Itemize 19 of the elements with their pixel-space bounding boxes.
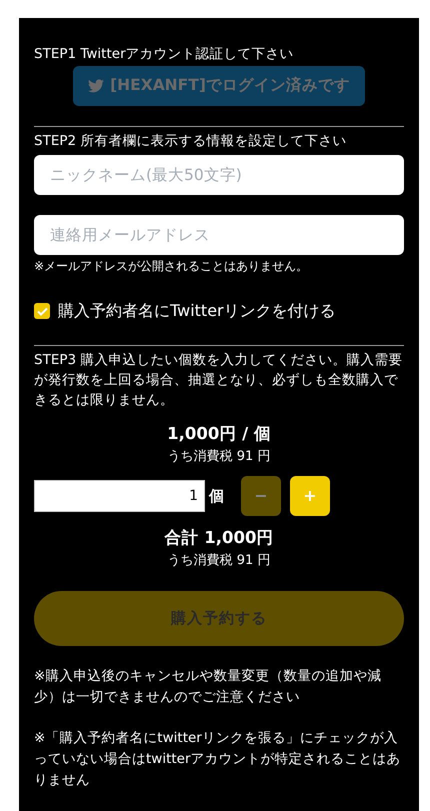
total-price: 合計 1,000円 bbox=[164, 527, 274, 550]
bird-icon bbox=[88, 79, 104, 93]
step-heading: STEP2 所有者欄に表示する情報を設定して下さい bbox=[34, 132, 348, 151]
quantity-field[interactable]: 1 bbox=[34, 480, 205, 512]
step-heading: STEP1 Twitterアカウント認証して下さい bbox=[34, 45, 295, 64]
tax-note: うち消費税 91 円 bbox=[166, 552, 272, 570]
checkbox-label: 購入予約者名にTwitterリンクを付ける bbox=[58, 300, 336, 322]
notice-text: ※購入申込後のキャンセルや数量変更（数量の追加や減少）は一切できませんのでご注意ください bbox=[34, 666, 382, 706]
email-field[interactable]: 連絡用メールアドレス bbox=[34, 215, 404, 255]
check-icon bbox=[36, 306, 48, 316]
nickname-field[interactable]: ニックネーム(最大50文字) bbox=[34, 155, 404, 195]
notice-text: ※「購入予約者名にtwitterリンクを張る」にチェックが入っていない場合はtwitterアカウントが特定されることはありません bbox=[34, 728, 402, 790]
unit-price: 1,000円 / 個 bbox=[166, 423, 272, 445]
tax-note: うち消費税 91 円 bbox=[166, 448, 272, 466]
checkbox[interactable] bbox=[34, 303, 50, 319]
step-description: STEP3 購入申込したい個数を入力してください。購入需要が発行数を上回る場合、抽選となり、必ずしも全数購入できるとは限りません。 bbox=[34, 351, 404, 410]
unit-label: 個 bbox=[209, 486, 224, 507]
email-note: ※メールアドレスが公開されることはありません。 bbox=[34, 258, 310, 275]
plus-button[interactable]: + bbox=[290, 476, 330, 516]
